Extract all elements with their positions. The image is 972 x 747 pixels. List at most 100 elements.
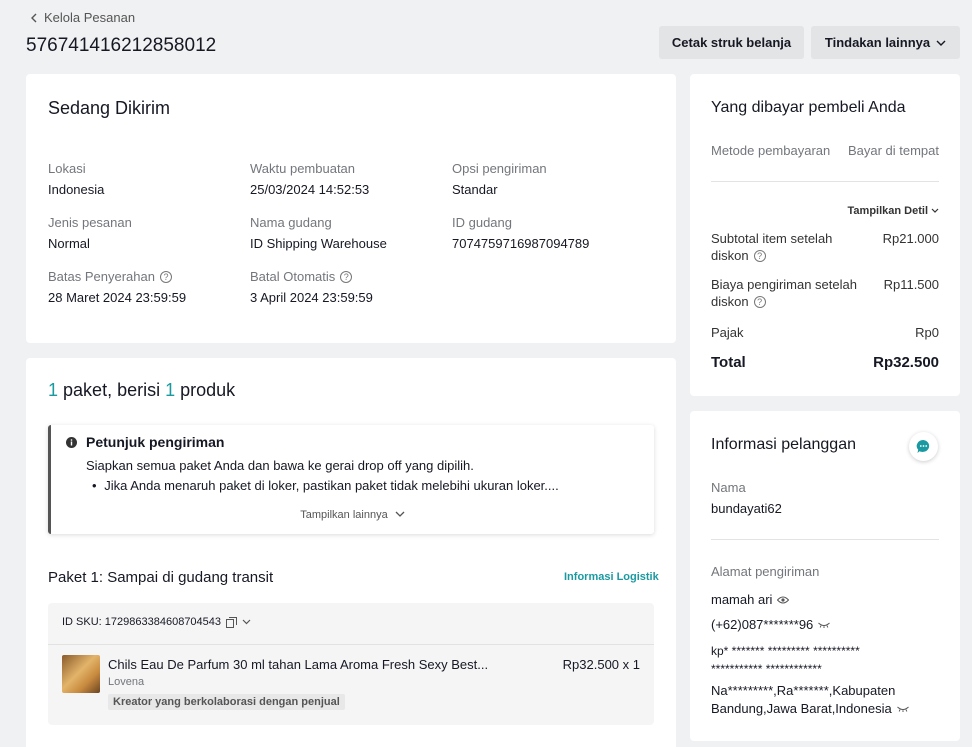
chevron-left-icon <box>31 13 37 22</box>
logistics-info-link[interactable]: Informasi Logistik <box>564 571 659 583</box>
shipping-fee-label-line2: diskon? <box>711 294 857 309</box>
notice-title: Petunjuk pengiriman <box>86 434 225 450</box>
shipping-option-label: Opsi pengiriman <box>452 161 547 176</box>
recipient-name: mamah ari <box>711 592 773 607</box>
subtotal-row: Subtotal item setelah diskon? Rp21.000 <box>711 231 939 263</box>
back-link[interactable]: Kelola Pesanan <box>30 10 135 25</box>
warehouse-id-label: ID gudang <box>452 215 512 230</box>
payment-method-value: Bayar di tempat <box>847 143 939 158</box>
total-row: Total Rp32.500 <box>711 354 939 371</box>
warehouse-id-value: 7074759716987094789 <box>452 236 590 251</box>
region-text: Na*********,Ra*******,Kabupaten Bandung,… <box>711 682 909 718</box>
package-card: 1 paket, berisi 1 produk Petunjuk pengir… <box>26 358 676 747</box>
location-label: Lokasi <box>48 161 86 176</box>
address-text: kp* ******* ********* ********** *******… <box>711 642 860 678</box>
order-status-card: Sedang Dikirim Lokasi Indonesia Waktu pe… <box>26 74 676 343</box>
product-count: 1 <box>165 380 176 400</box>
customer-title: Informasi pelanggan <box>711 436 856 453</box>
eye-icon[interactable] <box>777 596 790 604</box>
tax-row: Pajak Rp0 <box>711 325 939 340</box>
more-actions-button[interactable]: Tindakan lainnya <box>811 26 960 59</box>
chevron-down-icon <box>931 208 939 213</box>
product-variant: Lovena <box>108 676 145 688</box>
creator-tag: Kreator yang berkolaborasi dengan penjua… <box>108 694 345 710</box>
bullet-dot: • <box>92 478 97 493</box>
eye-closed-icon[interactable] <box>818 622 831 628</box>
product-box: ID SKU: 1729863384608704543 Chils Eau De… <box>48 603 654 725</box>
shipping-fee-row: Biaya pengiriman setelah diskon? Rp11.50… <box>711 277 939 309</box>
region-line-2-text: Bandung,Jawa Barat,Indonesia <box>711 701 892 716</box>
customer-card: Informasi pelanggan Nama bundayati62 Ala… <box>690 411 960 741</box>
phone-row: (+62)087*******96 <box>711 617 831 632</box>
print-receipt-button[interactable]: Cetak struk belanja <box>659 26 804 59</box>
created-value: 25/03/2024 14:52:53 <box>250 182 370 197</box>
notice-text: Siapkan semua paket Anda dan bawa ke ger… <box>86 458 474 473</box>
payment-method-label: Metode pembayaran <box>711 143 831 158</box>
tax-label: Pajak <box>711 325 744 340</box>
total-label: Total <box>711 354 746 371</box>
handover-deadline-value: 28 Maret 2024 23:59:59 <box>48 290 187 305</box>
shipping-fee-label-line1: Biaya pengiriman setelah <box>711 277 857 292</box>
package-summary: 1 paket, berisi 1 produk <box>48 380 235 401</box>
package-text: paket, berisi <box>63 380 161 400</box>
subtotal-label-line2-text: diskon <box>711 248 749 263</box>
sku-row: ID SKU: 1729863384608704543 <box>62 616 251 628</box>
notice-bullet-text: Jika Anda menaruh paket di loker, pastik… <box>104 478 559 493</box>
chat-button[interactable] <box>909 432 938 461</box>
phone-number: (+62)087*******96 <box>711 617 814 632</box>
total-value: Rp32.500 <box>873 354 939 371</box>
package-count: 1 <box>48 380 59 400</box>
sku-id: ID SKU: 1729863384608704543 <box>62 616 222 628</box>
location-value: Indonesia <box>48 182 105 197</box>
order-id: 576741416212858012 <box>26 35 217 56</box>
help-icon[interactable]: ? <box>753 296 766 308</box>
eye-closed-icon[interactable] <box>896 706 909 712</box>
order-type-value: Normal <box>48 236 90 251</box>
address-line-2: *********** ************ <box>711 662 822 676</box>
customer-name-label: Nama <box>711 480 746 495</box>
help-icon[interactable]: ? <box>753 250 766 262</box>
handover-deadline-label: Batas Penyerahan? <box>48 269 172 284</box>
created-label: Waktu pembuatan <box>250 161 356 176</box>
chevron-down-icon <box>936 40 946 46</box>
more-actions-label: Tindakan lainnya <box>824 35 931 50</box>
warehouse-name-label: Nama gudang <box>250 215 332 230</box>
chat-icon <box>916 439 930 453</box>
notice-bullet: • Jika Anda menaruh paket di loker, past… <box>92 478 559 493</box>
chevron-down-icon <box>395 511 405 517</box>
recipient-row: mamah ari <box>711 592 790 607</box>
auto-cancel-label: Batal Otomatis? <box>250 269 353 284</box>
subtotal-label-line2: diskon? <box>711 248 832 263</box>
product-text: produk <box>180 380 236 400</box>
tax-value: Rp0 <box>915 325 939 340</box>
warehouse-name-value: ID Shipping Warehouse <box>250 236 387 251</box>
package-title: Paket 1: Sampai di gudang transit <box>48 569 274 586</box>
divider <box>711 181 939 182</box>
auto-cancel-text: Batal Otomatis <box>250 269 336 284</box>
shipping-notice: Petunjuk pengiriman Siapkan semua paket … <box>48 425 654 534</box>
address-line-1: kp* ******* ********* ********** <box>711 644 860 658</box>
region-line-1: Na*********,Ra*******,Kabupaten <box>711 683 896 698</box>
status-title: Sedang Dikirim <box>48 98 171 118</box>
chevron-down-icon[interactable] <box>242 619 251 625</box>
region-line-2: Bandung,Jawa Barat,Indonesia <box>711 700 909 718</box>
show-more-label: Tampilkan lainnya <box>300 509 388 521</box>
address-label: Alamat pengiriman <box>711 564 820 579</box>
shipping-fee-label: Biaya pengiriman setelah diskon? <box>711 277 857 309</box>
product-name[interactable]: Chils Eau De Parfum 30 ml tahan Lama Aro… <box>108 657 488 672</box>
copy-icon[interactable] <box>226 616 238 628</box>
shipping-fee-value: Rp11.500 <box>883 277 939 292</box>
help-icon[interactable]: ? <box>340 271 353 283</box>
print-receipt-label: Cetak struk belanja <box>671 35 792 50</box>
help-icon[interactable]: ? <box>159 271 172 283</box>
subtotal-value: Rp21.000 <box>882 231 939 246</box>
handover-deadline-text: Batas Penyerahan <box>48 269 155 284</box>
back-link-label: Kelola Pesanan <box>44 10 136 25</box>
notice-show-more[interactable]: Tampilkan lainnya <box>51 509 654 521</box>
subtotal-label: Subtotal item setelah diskon? <box>711 231 832 263</box>
show-details-link[interactable]: Tampilkan Detil <box>848 205 939 217</box>
product-thumbnail[interactable] <box>62 655 100 693</box>
product-price-qty: Rp32.500 x 1 <box>562 657 640 672</box>
order-type-label: Jenis pesanan <box>48 215 132 230</box>
shipping-fee-label-line2-text: diskon <box>711 294 749 309</box>
